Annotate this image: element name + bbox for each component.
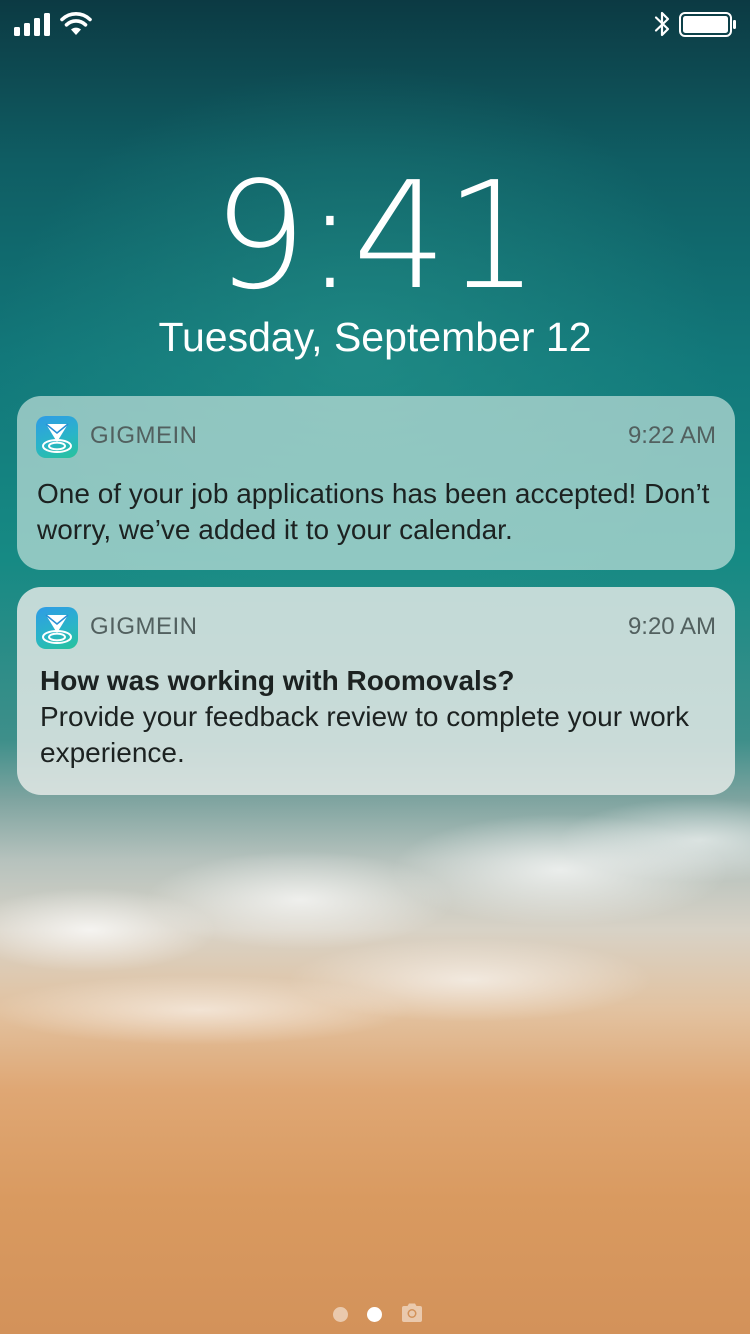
- app-icon: [36, 416, 78, 458]
- notification-app-name: GIGMEIN: [90, 422, 198, 449]
- wifi-icon: [60, 12, 92, 35]
- status-bar: [0, 0, 750, 48]
- notification-body: One of your job applications has been ac…: [37, 478, 710, 545]
- battery-icon: [679, 12, 736, 37]
- page-dot-current[interactable]: [367, 1307, 382, 1322]
- app-icon: [36, 607, 78, 649]
- notification-time: 9:20 AM: [627, 613, 716, 640]
- notification-card[interactable]: GIGMEIN 9:20 AM How was working with Roo…: [17, 587, 735, 795]
- lock-screen-date: Tuesday, September 12: [158, 314, 592, 360]
- page-indicator[interactable]: [330, 1302, 430, 1326]
- notification-card[interactable]: GIGMEIN 9:22 AM One of your job applicat…: [17, 396, 735, 570]
- notification-content: How was working with Roomovals? Provide …: [40, 663, 717, 771]
- bluetooth-icon: [654, 11, 670, 37]
- notification-time: 9:22 AM: [627, 422, 716, 449]
- wallpaper-foam: [0, 780, 750, 1110]
- cellular-signal-icon: [14, 12, 52, 36]
- notification-body: Provide your feedback review to complete…: [40, 701, 689, 768]
- camera-icon[interactable]: [400, 1302, 424, 1324]
- notification-app-name: GIGMEIN: [90, 613, 198, 640]
- page-dot[interactable]: [333, 1307, 348, 1322]
- notification-title: How was working with Roomovals?: [40, 665, 515, 696]
- lock-screen-time: 9:41: [212, 150, 539, 322]
